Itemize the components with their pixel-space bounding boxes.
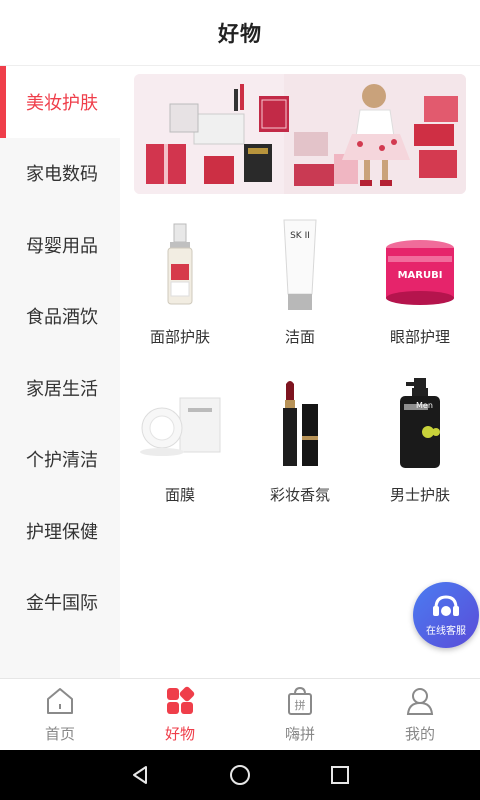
sidebar-item-label: 食品酒饮 — [26, 307, 98, 329]
sidebar-item-label: 母婴用品 — [26, 235, 98, 257]
tab-goods[interactable]: 好物 — [120, 679, 240, 750]
cleanser-brand-text: SK II — [290, 231, 310, 241]
sidebar-item-home[interactable]: 家居生活 — [0, 352, 120, 424]
top-bar: 好物 — [0, 0, 480, 66]
subcategory-label: 洁面 — [284, 328, 315, 346]
tab-profile[interactable]: 我的 — [360, 679, 480, 750]
sidebar-item-electronics[interactable]: 家电数码 — [0, 138, 120, 210]
sidebar-item-label: 家居生活 — [26, 378, 98, 400]
subcategory-label: 面膜 — [164, 486, 195, 504]
jar-brand-text: MARUBI — [398, 270, 443, 281]
online-service-button[interactable]: 在线客服 — [413, 582, 479, 648]
tab-label: 好物 — [164, 725, 195, 743]
category-content: 面部护肤 SK II 洁面 MARUBI 眼部护理 面膜 彩妆香氛 Men 男士… — [120, 66, 480, 678]
cream-jar-icon: MARUBI — [370, 216, 470, 316]
men-bottle-icon: Men — [370, 374, 470, 474]
subcategory-eye-care[interactable]: MARUBI 眼部护理 — [360, 216, 480, 366]
back-triangle-icon[interactable] — [129, 764, 151, 786]
sidebar-item-label: 家电数码 — [26, 164, 98, 186]
sidebar-item-beauty[interactable]: 美妆护肤 — [0, 66, 120, 138]
mask-pack-icon — [130, 374, 230, 474]
bottom-tab-bar: 首页 好物 拼 嗨拼 我的 — [0, 678, 480, 750]
subcategory-cleanser[interactable]: SK II 洁面 — [240, 216, 360, 366]
tab-label: 我的 — [404, 725, 435, 743]
sidebar-item-personal-care[interactable]: 个护清洁 — [0, 424, 120, 496]
subcategory-label: 面部护肤 — [149, 328, 210, 346]
goods-icon — [164, 685, 196, 717]
sidebar-item-label: 美妆护肤 — [26, 92, 98, 114]
sidebar-item-food[interactable]: 食品酒饮 — [0, 281, 120, 353]
subcategory-label: 眼部护理 — [389, 328, 450, 346]
headset-icon — [433, 594, 459, 616]
profile-icon — [404, 685, 436, 717]
serum-bottle-icon — [130, 216, 230, 316]
sidebar-item-label: 个护清洁 — [26, 450, 98, 472]
tab-group-buy[interactable]: 拼 嗨拼 — [240, 679, 360, 750]
lipstick-icon — [250, 374, 350, 474]
online-service-label: 在线客服 — [426, 625, 466, 637]
sidebar-item-health[interactable]: 护理保健 — [0, 495, 120, 567]
page-title: 好物 — [218, 21, 262, 46]
category-sidebar: 美妆护肤 家电数码 母婴用品 食品酒饮 家居生活 个护清洁 护理保健 金牛国际 — [0, 66, 120, 678]
tab-label: 首页 — [44, 725, 75, 743]
subcategory-face-care[interactable]: 面部护肤 — [120, 216, 240, 366]
svg-text:拼: 拼 — [295, 698, 306, 712]
subcategory-makeup-fragrance[interactable]: 彩妆香氛 — [240, 374, 360, 524]
subcategory-men-care[interactable]: Men 男士护肤 — [360, 374, 480, 524]
sidebar-item-label: 金牛国际 — [26, 593, 98, 615]
promo-banner[interactable] — [134, 74, 466, 194]
tab-label: 嗨拼 — [284, 725, 315, 743]
men-brand-text: Men — [416, 401, 433, 410]
home-circle-icon[interactable] — [228, 763, 252, 787]
system-nav-bar — [0, 750, 480, 800]
subcategory-mask[interactable]: 面膜 — [120, 374, 240, 524]
subcategory-label: 彩妆香氛 — [269, 486, 330, 504]
group-buy-bag-icon: 拼 — [284, 685, 316, 717]
sidebar-item-label: 护理保健 — [26, 521, 98, 543]
recents-square-icon[interactable] — [329, 764, 351, 786]
banner-image — [134, 74, 466, 194]
sidebar-item-international[interactable]: 金牛国际 — [0, 567, 120, 639]
tab-home[interactable]: 首页 — [0, 679, 120, 750]
home-icon — [44, 685, 76, 717]
sidebar-item-baby[interactable]: 母婴用品 — [0, 209, 120, 281]
cleanser-tube-icon: SK II — [250, 216, 350, 316]
subcategory-label: 男士护肤 — [389, 486, 450, 504]
